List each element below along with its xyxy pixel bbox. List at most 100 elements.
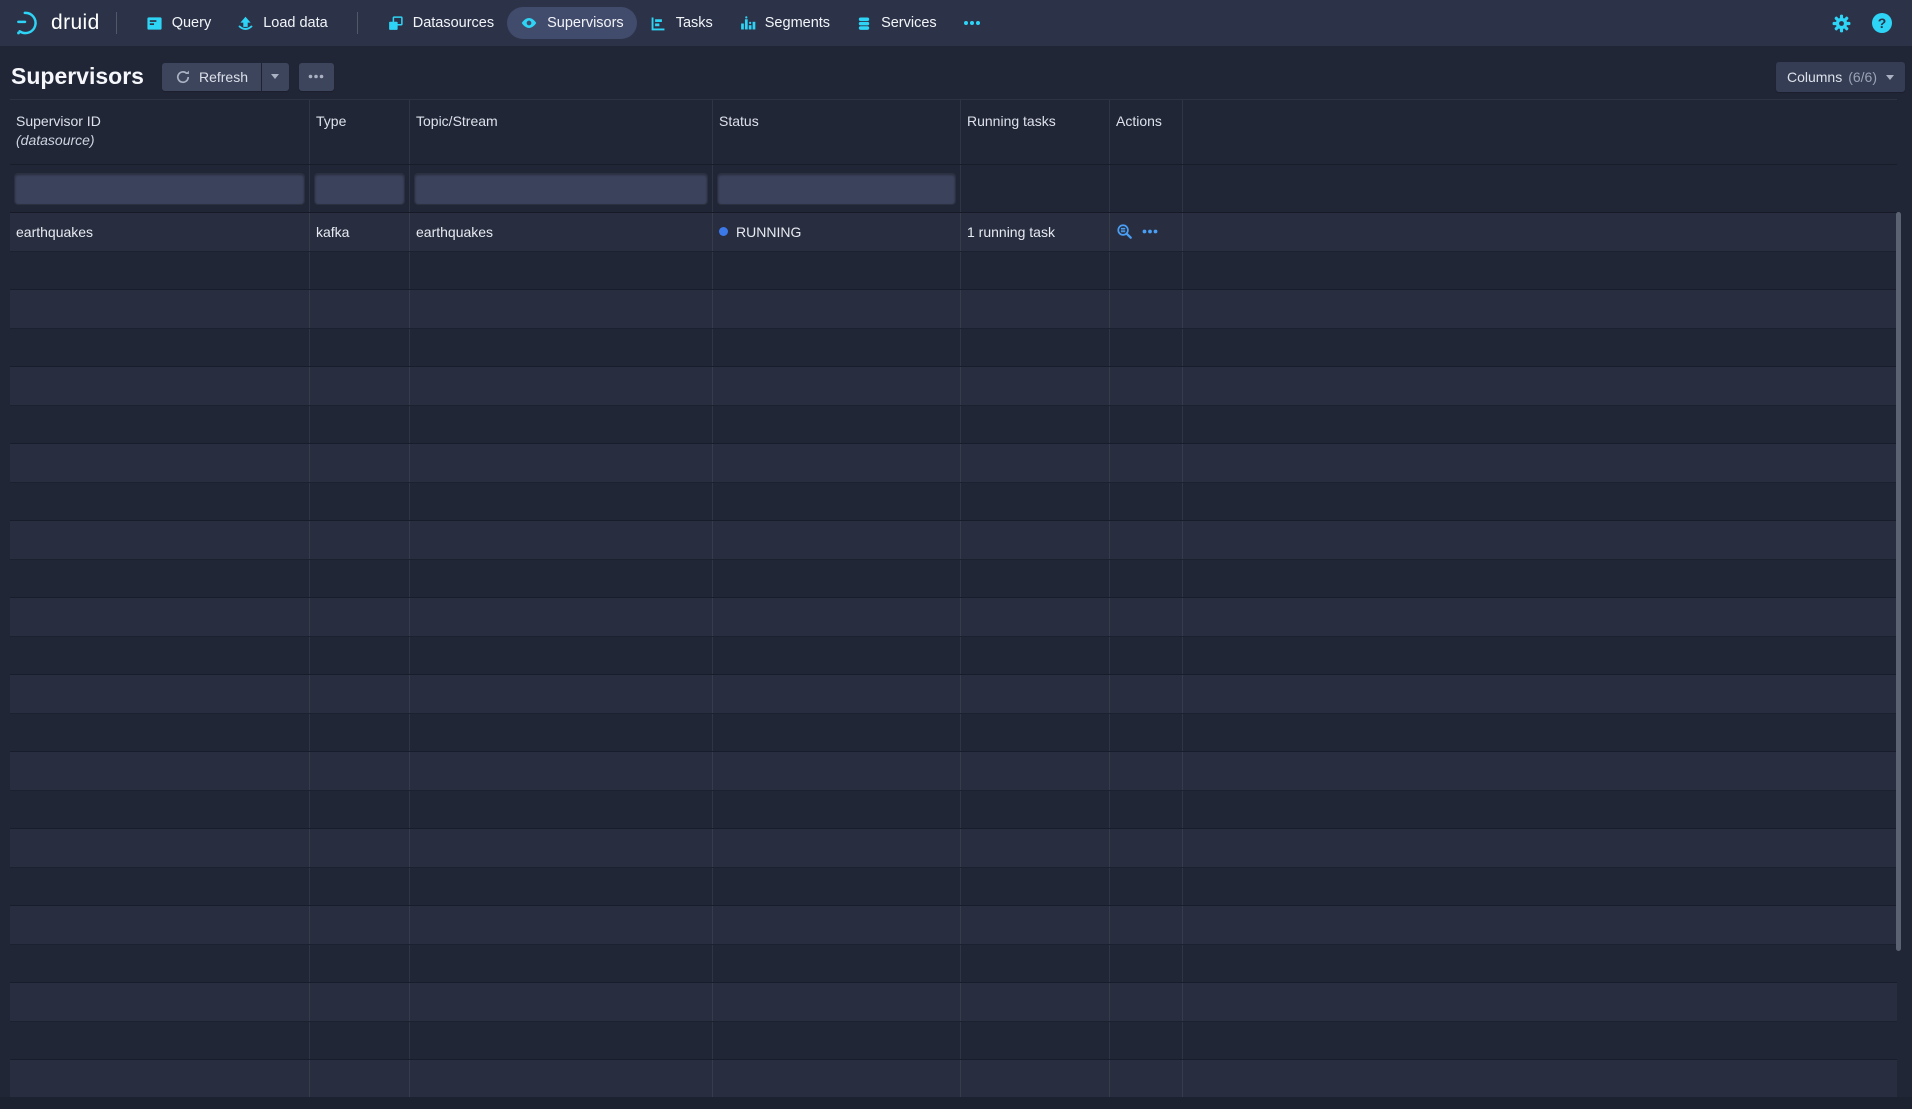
table-cell <box>10 791 310 829</box>
filter-cell <box>410 165 713 212</box>
gear-icon <box>1831 13 1852 34</box>
eye-icon <box>520 14 538 32</box>
help-icon: ? <box>1872 13 1892 33</box>
table-cell <box>410 714 713 752</box>
more-dots-icon <box>963 20 981 26</box>
columns-button[interactable]: Columns (6/6) <box>1776 62 1905 92</box>
table-cell <box>1110 598 1183 636</box>
table-cell <box>713 483 961 521</box>
cell-running-tasks[interactable]: 1 running task <box>961 213 1110 251</box>
table-cell <box>961 906 1110 944</box>
help-button[interactable]: ? <box>1870 11 1894 35</box>
table-cell <box>10 521 310 559</box>
cell-status[interactable]: RUNNING <box>713 213 961 251</box>
table-cell <box>310 483 410 521</box>
table-cell <box>961 983 1110 1021</box>
toolbar-more-button[interactable] <box>299 63 334 91</box>
column-header-status[interactable]: Status <box>713 100 961 164</box>
table-cell <box>410 1060 713 1098</box>
table-cell <box>713 290 961 328</box>
column-header-topic-stream[interactable]: Topic/Stream <box>410 100 713 164</box>
filter-input-status[interactable] <box>718 174 955 204</box>
druid-logo[interactable]: druid <box>14 8 100 38</box>
settings-button[interactable] <box>1829 11 1854 36</box>
table-cell <box>1110 637 1183 675</box>
table-row-empty <box>10 791 1897 830</box>
row-more-actions-button[interactable] <box>1142 229 1158 234</box>
table-cell <box>310 329 410 367</box>
table-cell <box>410 483 713 521</box>
table-cell <box>961 329 1110 367</box>
nav-item-tasks[interactable]: Tasks <box>637 8 726 39</box>
table-cell <box>1183 906 1897 944</box>
table-cell <box>1110 521 1183 559</box>
nav-item-segments[interactable]: Segments <box>726 8 843 39</box>
table-cell <box>410 329 713 367</box>
table-cell <box>713 329 961 367</box>
table-cell <box>1110 483 1183 521</box>
nav-item-label: Tasks <box>676 15 713 31</box>
nav-item-services[interactable]: Services <box>843 8 950 39</box>
table-cell <box>310 791 410 829</box>
table-cell <box>410 752 713 790</box>
table-cell <box>961 1060 1110 1098</box>
status-running-dot <box>719 227 728 236</box>
navbar: druid Query Load data Datasources Superv… <box>0 0 1912 46</box>
inspect-supervisor-button[interactable] <box>1116 223 1133 240</box>
vertical-scrollbar[interactable] <box>1896 212 1901 951</box>
table-cell <box>961 367 1110 405</box>
table-cell <box>713 637 961 675</box>
table-row-empty <box>10 1022 1897 1061</box>
cell-type[interactable]: kafka <box>310 213 410 251</box>
column-header-actions[interactable]: Actions <box>1110 100 1183 164</box>
refresh-label: Refresh <box>199 69 248 85</box>
nav-item-datasources[interactable]: Datasources <box>374 8 507 39</box>
table-cell <box>961 829 1110 867</box>
nav-item-load-data[interactable]: Load data <box>224 8 341 39</box>
table-cell <box>1183 290 1897 328</box>
column-header-running-tasks[interactable]: Running tasks <box>961 100 1110 164</box>
table-cell <box>1183 367 1897 405</box>
table-cell <box>961 560 1110 598</box>
table-row-empty <box>10 714 1897 753</box>
table-row-empty <box>10 906 1897 945</box>
table-row-empty <box>10 829 1897 868</box>
table-cell <box>410 829 713 867</box>
nav-more-button[interactable] <box>950 13 994 33</box>
magnify-details-icon <box>1116 223 1133 240</box>
column-header-supervisor-id[interactable]: Supervisor ID (datasource) <box>10 100 310 164</box>
table-cell <box>410 252 713 290</box>
nav-item-query[interactable]: Query <box>133 8 225 39</box>
table-cell <box>961 1022 1110 1060</box>
nav-item-supervisors[interactable]: Supervisors <box>507 7 637 39</box>
column-header-type[interactable]: Type <box>310 100 410 164</box>
table-cell <box>1110 1022 1183 1060</box>
table-cell <box>1110 444 1183 482</box>
table-row-empty <box>10 406 1897 445</box>
filter-cell <box>961 165 1110 212</box>
table-cell <box>410 906 713 944</box>
filter-input-topic-stream[interactable] <box>415 174 707 204</box>
column-header-label: Actions <box>1116 112 1176 131</box>
table-cell <box>310 290 410 328</box>
table-cell <box>1183 252 1897 290</box>
filter-input-supervisor-id[interactable] <box>15 174 304 204</box>
table-cell <box>310 444 410 482</box>
table-cell <box>310 675 410 713</box>
refresh-interval-dropdown[interactable] <box>262 63 289 91</box>
filter-input-type[interactable] <box>315 174 404 204</box>
table-cell <box>1183 329 1897 367</box>
table-cell <box>410 637 713 675</box>
table-cell <box>10 945 310 983</box>
tasks-icon <box>650 15 667 32</box>
cell-actions <box>1110 213 1183 251</box>
table-cell <box>1183 868 1897 906</box>
table-cell <box>961 868 1110 906</box>
table-body: earthquakes kafka earthquakes RUNNING 1 … <box>10 212 1897 1100</box>
refresh-button[interactable]: Refresh <box>162 63 261 91</box>
cell-topic-stream[interactable]: earthquakes <box>410 213 713 251</box>
table-cell <box>1183 829 1897 867</box>
table-row-empty <box>10 483 1897 522</box>
table-cell <box>713 791 961 829</box>
cell-supervisor-id[interactable]: earthquakes <box>10 213 310 251</box>
